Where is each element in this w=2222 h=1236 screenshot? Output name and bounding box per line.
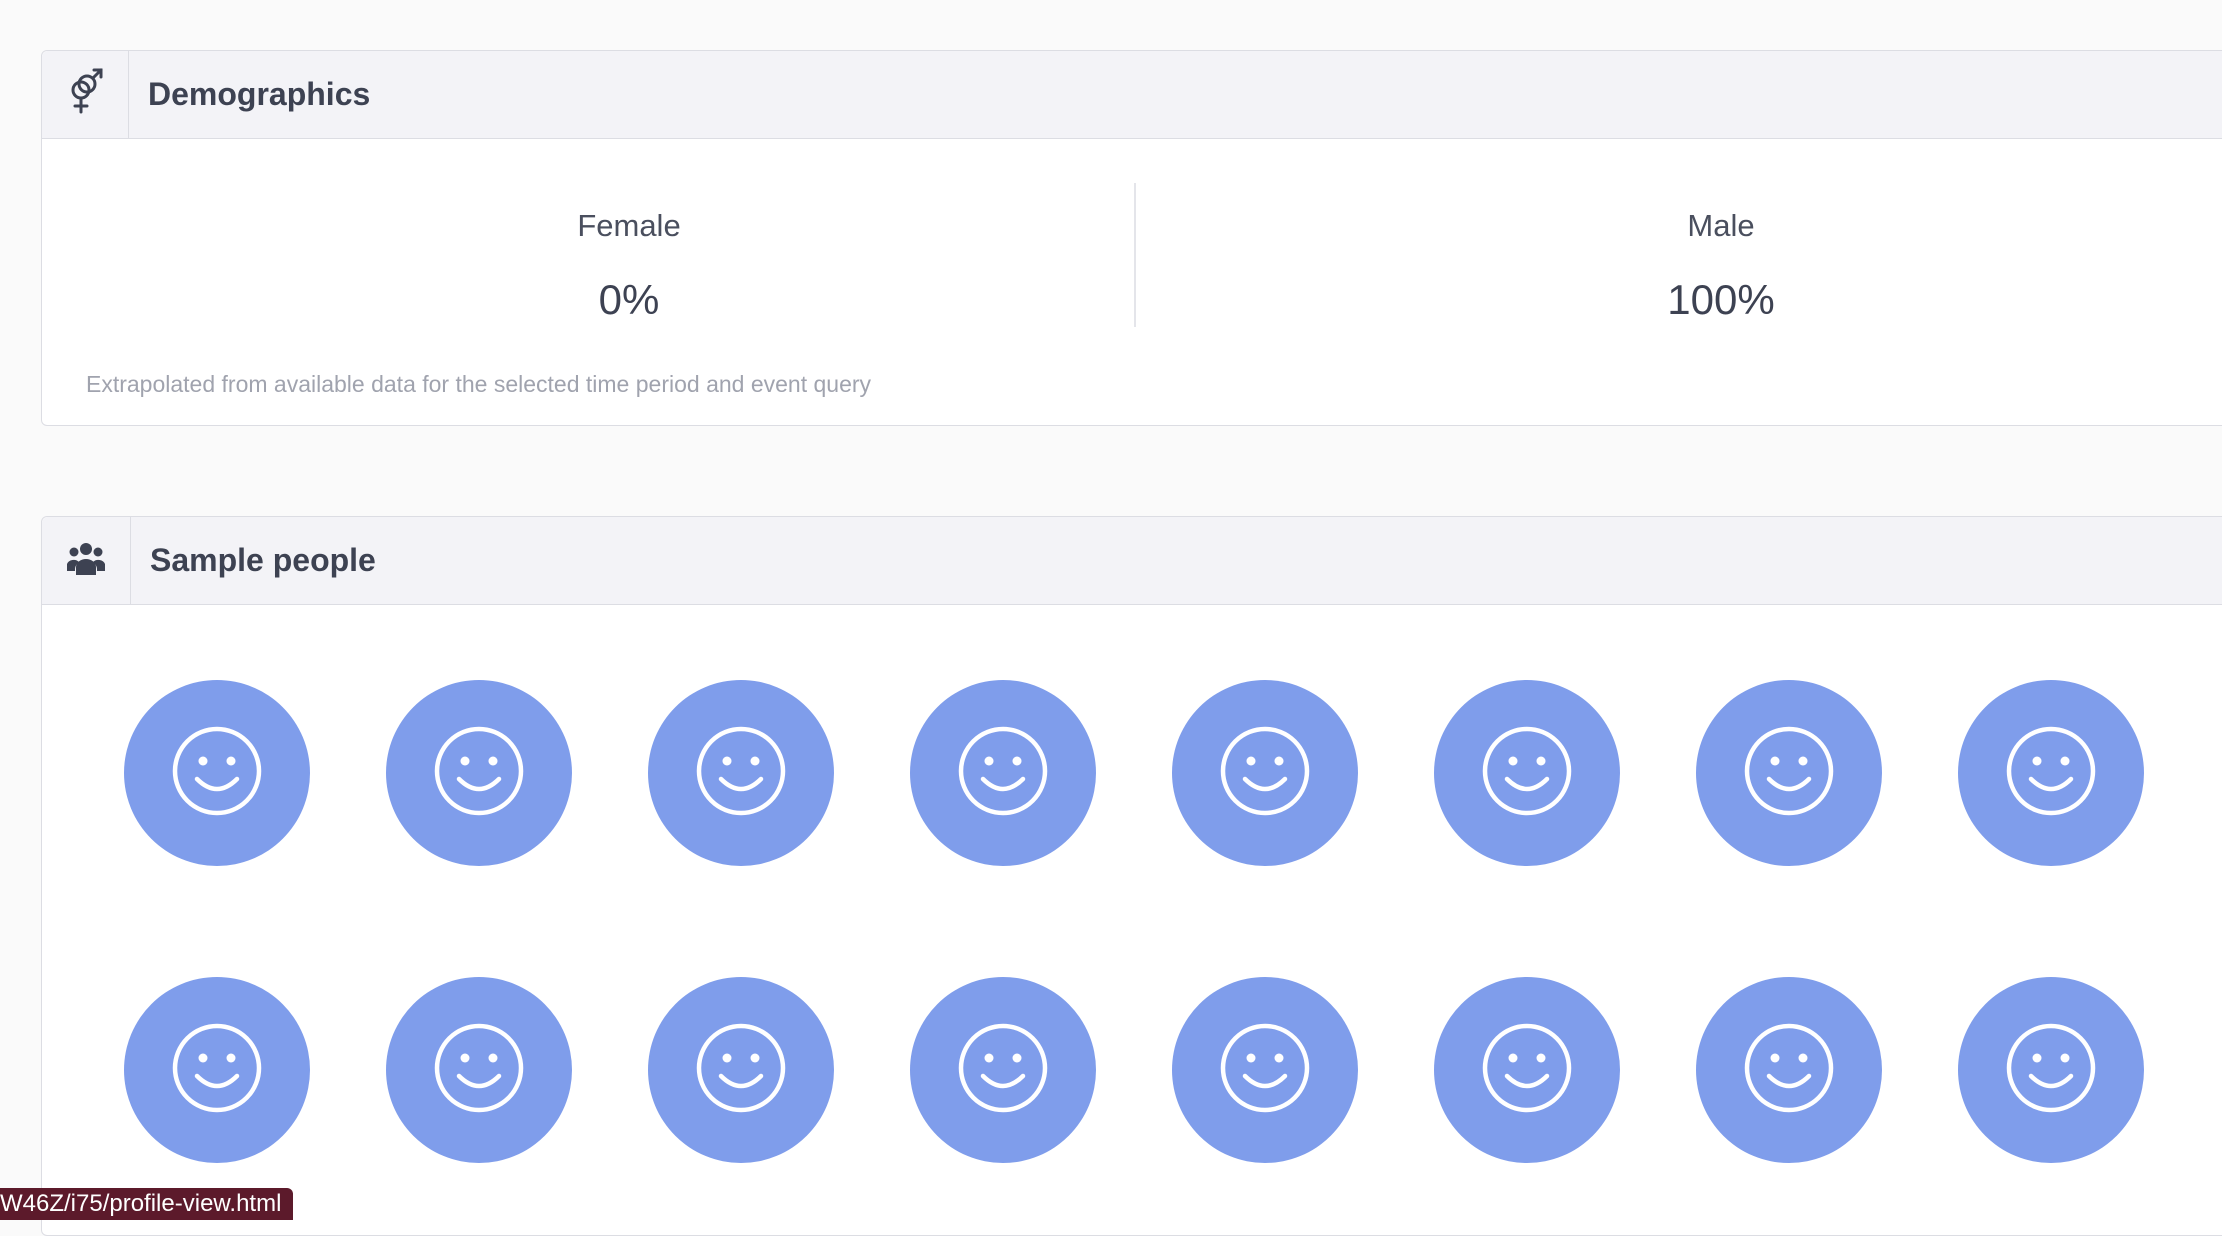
smiley-face-icon (2005, 1022, 2097, 1119)
sample-person-avatar[interactable] (1434, 680, 1620, 866)
sample-person-avatar[interactable] (386, 977, 572, 1163)
sample-people-header: Sample people (42, 517, 2222, 605)
smiley-face-icon (1219, 1022, 1311, 1119)
sample-person-avatar[interactable] (1958, 977, 2144, 1163)
male-stat: Male 100% (1471, 201, 1971, 325)
sample-person-avatar[interactable] (910, 977, 1096, 1163)
users-icon (67, 541, 105, 580)
stat-divider (1134, 183, 1136, 327)
smiley-face-icon (695, 725, 787, 822)
demographics-title: Demographics (148, 76, 371, 112)
sample-person-avatar[interactable] (648, 680, 834, 866)
sample-people-title: Sample people (150, 542, 376, 578)
male-value: 100% (1667, 276, 1775, 323)
sample-person-avatar[interactable] (124, 680, 310, 866)
sample-person-avatar[interactable] (1958, 680, 2144, 866)
sample-person-avatar[interactable] (910, 680, 1096, 866)
female-label: Female (577, 208, 681, 243)
sample-person-avatar[interactable] (386, 680, 572, 866)
smiley-face-icon (1481, 725, 1573, 822)
sample-person-avatar[interactable] (1696, 977, 1882, 1163)
smiley-face-icon (957, 725, 1049, 822)
smiley-face-icon (1743, 725, 1835, 822)
demographics-icon-cell (42, 51, 129, 138)
smiley-face-icon (1219, 725, 1311, 822)
demographics-note: Extrapolated from available data for the… (86, 371, 872, 397)
sample-person-avatar[interactable] (1434, 977, 1620, 1163)
sample-people-panel: Sample people (41, 516, 2222, 1236)
demographics-panel: Demographics Female 0% Male 100% Extrapo… (41, 50, 2222, 426)
smiley-face-icon (1481, 1022, 1573, 1119)
sample-person-avatar[interactable] (1172, 977, 1358, 1163)
female-stat: Female 0% (379, 201, 879, 325)
status-url-tooltip: W46Z/i75/profile-view.html (0, 1188, 294, 1220)
male-label: Male (1687, 208, 1755, 243)
smiley-face-icon (695, 1022, 787, 1119)
smiley-face-icon (1743, 1022, 1835, 1119)
gender-icon (65, 68, 105, 121)
female-value: 0% (598, 276, 660, 323)
smiley-face-icon (433, 725, 525, 822)
smiley-face-icon (2005, 725, 2097, 822)
sample-person-avatar[interactable] (648, 977, 834, 1163)
sample-person-avatar[interactable] (1696, 680, 1882, 866)
sample-person-avatar[interactable] (1172, 680, 1358, 866)
sample-people-icon-cell (42, 517, 131, 604)
smiley-face-icon (433, 1022, 525, 1119)
demographics-header: Demographics (42, 51, 2222, 139)
smiley-face-icon (957, 1022, 1049, 1119)
smiley-face-icon (171, 725, 263, 822)
sample-person-avatar[interactable] (124, 977, 310, 1163)
smiley-face-icon (171, 1022, 263, 1119)
